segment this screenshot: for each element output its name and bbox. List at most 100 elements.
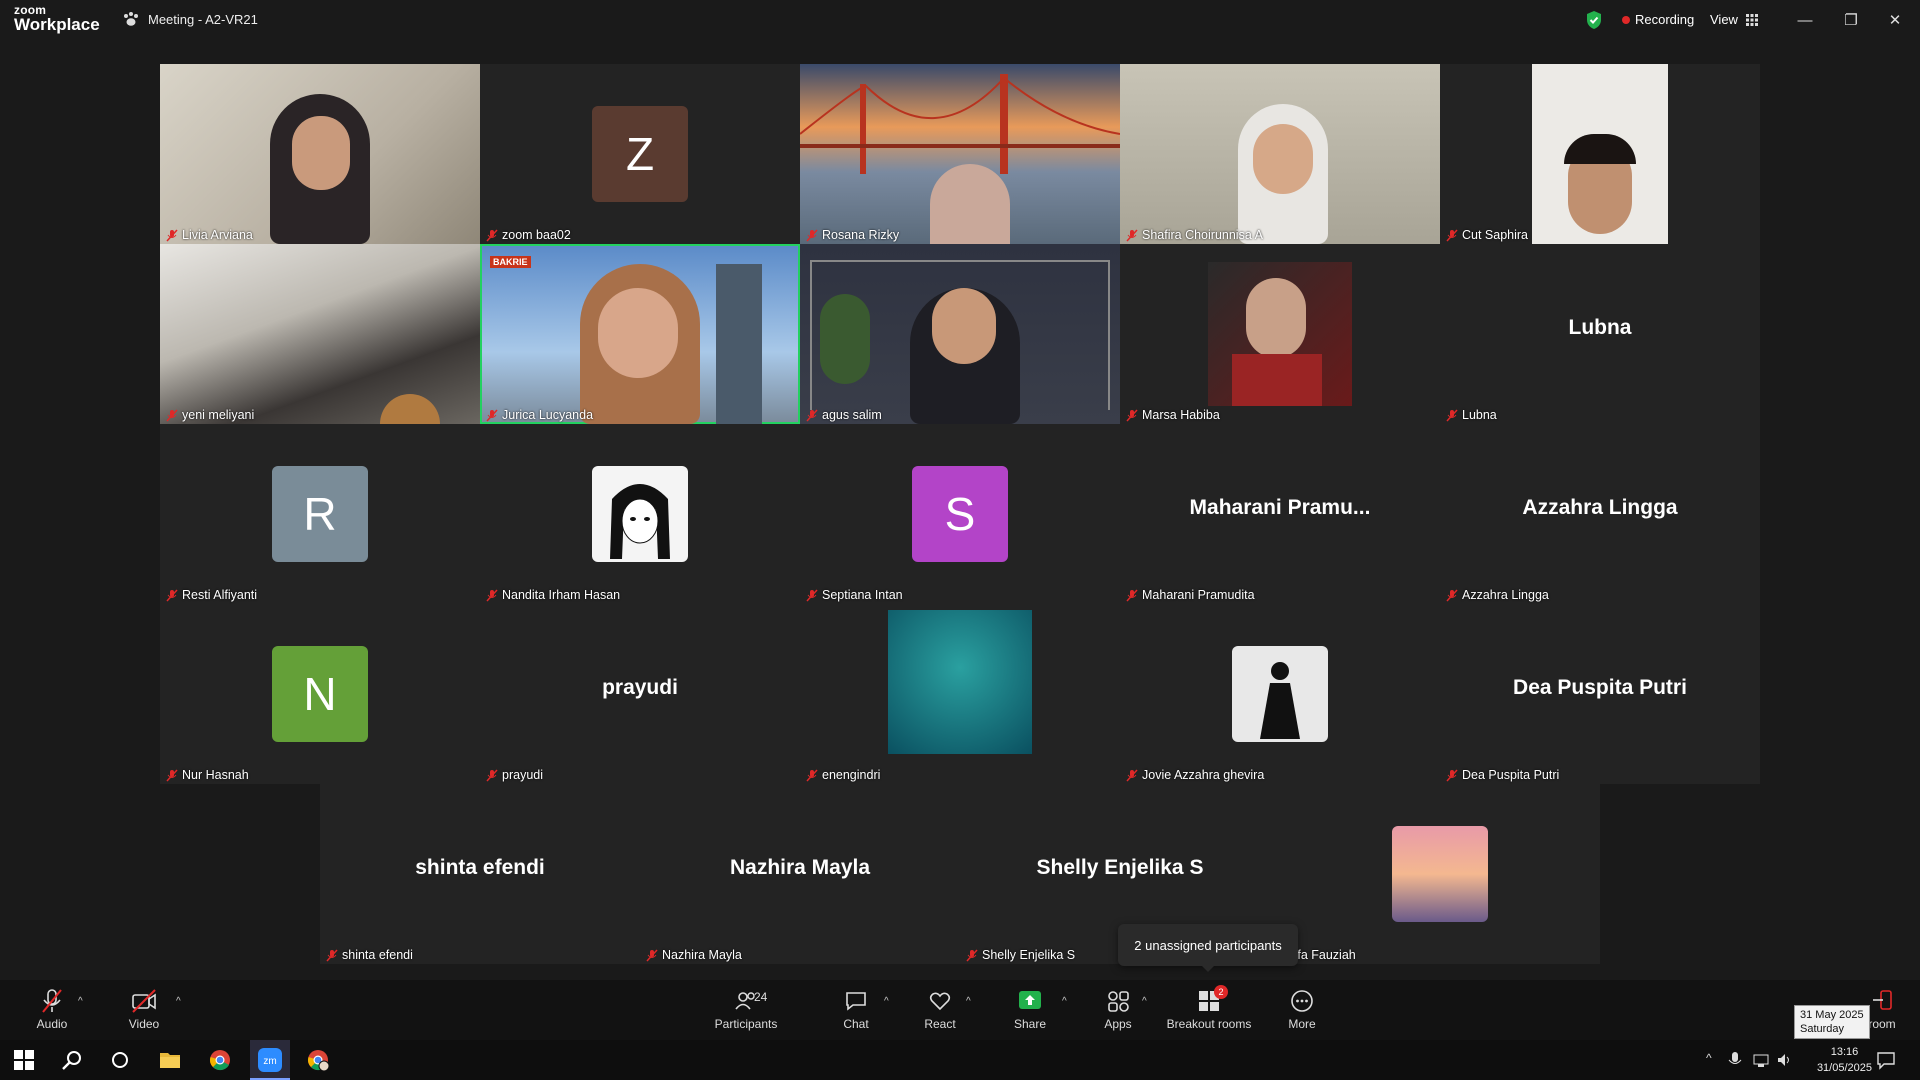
audio-options-caret-icon[interactable]: ^ [78,996,83,1007]
close-icon[interactable]: ✕ [1880,8,1910,32]
video-button[interactable]: Video [104,988,184,1031]
video-tile[interactable]: Maharani Pramu... Maharani Pramudita [1120,424,1440,604]
mic-muted-icon [806,768,818,782]
clock-date: 31/05/2025 [1816,1062,1872,1074]
participants-label: Participants [714,1017,778,1031]
participant-name-tag: agus salim [806,408,882,422]
more-button[interactable]: More [1262,988,1342,1031]
task-view-icon[interactable] [108,1048,132,1072]
breakout-badge: 2 [1214,985,1228,999]
breakout-rooms-label: Breakout rooms [1166,1017,1252,1031]
participant-name-tag: Rosana Rizky [806,228,899,242]
bakrie-logo: BAKRIE [490,256,531,268]
participant-name: Nandita Irham Hasan [502,588,621,602]
video-tile[interactable]: S Septiana Intan [800,424,1120,604]
participant-name-tag: Resti Alfiyanti [166,588,257,602]
video-tile[interactable]: Lubna Lubna [1440,244,1760,424]
video-tile[interactable]: Syifa Fauziah [1280,784,1600,964]
react-label: React [924,1017,956,1031]
chrome-profile-icon[interactable] [306,1048,330,1072]
video-grid: Livia Arviana Z zoom baa02 Rosana Rizky … [160,64,1760,784]
mic-muted-icon [486,408,498,422]
title-bar: zoom Workplace Meeting - A2-VR21 Recordi… [0,0,1920,42]
react-button[interactable]: React [900,988,980,1031]
video-tile[interactable]: Shafira Choirunnisa A [1120,64,1440,244]
mic-muted-icon [1446,408,1458,422]
video-tile[interactable]: prayudi prayudi [480,604,800,784]
person-face [598,288,678,378]
network-icon[interactable] [1752,1051,1770,1069]
video-tile[interactable]: Nandita Irham Hasan [480,424,800,604]
svg-text:zm: zm [263,1056,276,1067]
volume-icon[interactable] [1776,1051,1794,1069]
meeting-info[interactable]: Meeting - A2-VR21 [122,11,258,27]
mic-muted-icon [806,588,818,602]
mic-muted-icon [646,948,658,962]
mic-muted-icon [1446,228,1458,242]
more-icon [1291,990,1313,1012]
video-tile[interactable]: enengindri [800,604,1120,784]
breakout-rooms-button[interactable]: 2 Breakout rooms [1162,985,1256,1031]
view-button[interactable]: View [1710,12,1758,27]
mic-muted-icon [806,408,818,422]
video-tile-active-speaker[interactable]: BAKRIE Jurica Lucyanda [480,244,800,424]
participant-name-tag: Cut Saphira [1446,228,1528,242]
chat-options-caret-icon[interactable]: ^ [884,996,889,1007]
tray-expand-icon[interactable]: ^ [1706,1051,1712,1065]
mic-muted-icon [486,588,498,602]
video-tile[interactable]: Cut Saphira [1440,64,1760,244]
video-tile[interactable]: Nazhira Mayla Nazhira Mayla [640,784,960,964]
zoom-taskbar-item[interactable]: zm [250,1040,290,1080]
participant-name-tag: Jurica Lucyanda [486,408,593,422]
video-grid-last-row: shinta efendi shinta efendi Nazhira Mayl… [320,784,1600,964]
taskbar-clock[interactable]: 13:16 31/05/2025 [1817,1044,1872,1076]
chat-icon [846,992,866,1011]
notifications-icon[interactable] [1876,1050,1896,1070]
recording-indicator[interactable]: Recording [1622,12,1694,27]
share-button[interactable]: Share [990,988,1070,1031]
video-tile[interactable]: N Nur Hasnah [160,604,480,784]
microphone-tray-icon[interactable] [1726,1051,1744,1069]
audio-button[interactable]: Audio [12,988,92,1031]
file-explorer-icon[interactable] [158,1048,182,1072]
video-tile[interactable]: yeni meliyani [160,244,480,424]
video-tile[interactable]: Z zoom baa02 [480,64,800,244]
video-tile[interactable]: Azzahra Lingga Azzahra Lingga [1440,424,1760,604]
zoom-logo: zoom Workplace [14,4,100,33]
chrome-icon[interactable] [208,1048,232,1072]
participants-count: 24 [754,990,768,1004]
mic-muted-icon [1126,588,1138,602]
breakout-tooltip: 2 unassigned participants [1118,924,1298,972]
zoom-icon: zm [258,1048,282,1072]
react-options-caret-icon[interactable]: ^ [966,996,971,1007]
restore-icon[interactable]: ❐ [1836,8,1866,32]
windows-start-icon[interactable] [12,1048,36,1072]
search-icon[interactable] [60,1048,84,1072]
participant-name: Shafira Choirunnisa A [1142,228,1263,242]
shield-icon[interactable] [1585,10,1603,30]
video-tile[interactable]: R Resti Alfiyanti [160,424,480,604]
participant-display-name: prayudi [602,676,678,699]
recording-label: Recording [1635,12,1695,27]
video-tile[interactable]: shinta efendi shinta efendi [320,784,640,964]
share-options-caret-icon[interactable]: ^ [1062,996,1067,1007]
video-tile[interactable]: Livia Arviana [160,64,480,244]
participant-name-tag: yeni meliyani [166,408,254,422]
video-label: Video [128,1017,160,1031]
video-tile[interactable]: Dea Puspita Putri Dea Puspita Putri [1440,604,1760,784]
participants-button[interactable]: 24 Participants [706,988,786,1031]
video-tile[interactable]: Marsa Habiba [1120,244,1440,424]
chat-button[interactable]: Chat [816,988,896,1031]
participant-name: Dea Puspita Putri [1462,768,1560,782]
video-options-caret-icon[interactable]: ^ [176,996,181,1007]
avatar: Z [592,106,688,202]
person-body [1232,354,1322,406]
video-tile[interactable]: agus salim [800,244,1120,424]
mic-muted-icon [1126,768,1138,782]
video-tile[interactable]: Rosana Rizky [800,64,1120,244]
minimize-icon[interactable]: — [1790,8,1820,32]
apps-options-caret-icon[interactable]: ^ [1142,996,1147,1007]
video-tile[interactable]: Jovie Azzahra ghevira [1120,604,1440,784]
mic-muted-icon [326,948,338,962]
apps-button[interactable]: Apps [1078,988,1158,1031]
